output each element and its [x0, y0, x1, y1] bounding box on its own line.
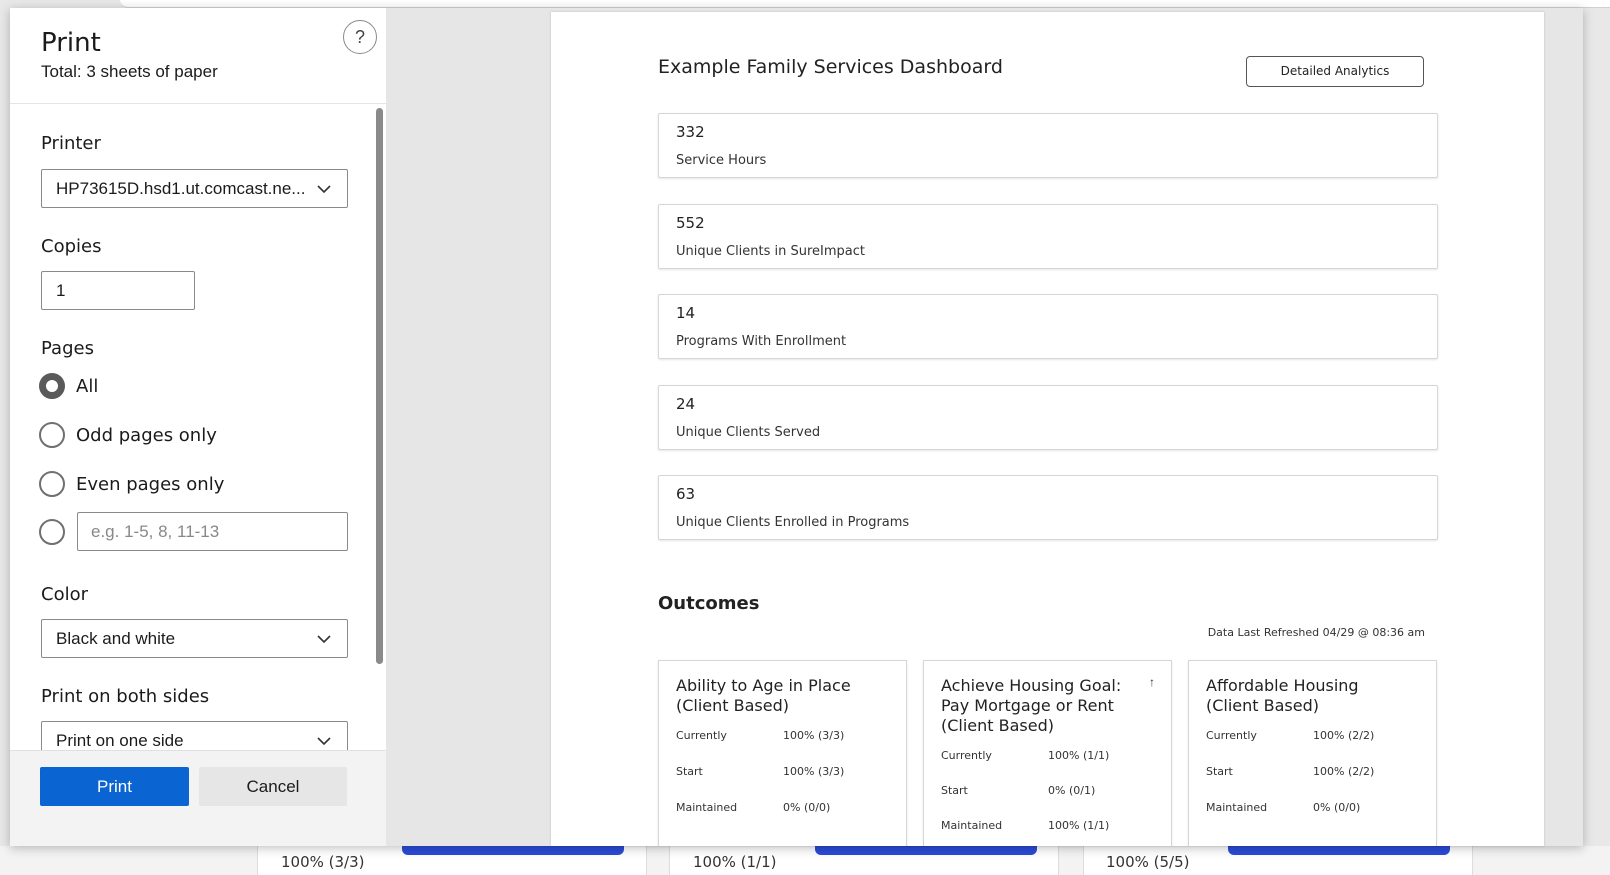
background-progress-bar: [815, 846, 1037, 855]
stat-value: 63: [676, 485, 696, 503]
arrow-up-icon: ↑: [1149, 675, 1155, 689]
outcome-title: Affordable Housing (Client Based): [1206, 676, 1359, 715]
copies-input[interactable]: 1: [41, 271, 195, 310]
radio-label: Even pages only: [76, 474, 225, 495]
color-value: Black and white: [56, 629, 176, 648]
stat-label: Unique Clients in SureImpact: [676, 244, 866, 259]
row-label: Currently: [941, 749, 992, 762]
background-card-value: 100% (3/3): [281, 853, 365, 871]
row-label: Start: [1206, 765, 1233, 778]
row-value: 100% (3/3): [783, 765, 845, 778]
background-progress-bar: [402, 846, 624, 855]
help-button[interactable]: ?: [343, 20, 377, 54]
stat-card: 24 Unique Clients Served: [658, 385, 1438, 450]
stat-value: 14: [676, 304, 696, 322]
row-label: Start: [676, 765, 703, 778]
row-label: Maintained: [676, 801, 738, 814]
outcome-title: Ability to Age in Place (Client Based): [676, 676, 851, 715]
row-value: 100% (1/1): [1048, 819, 1110, 832]
background-card-value: 100% (5/5): [1106, 853, 1190, 871]
radio-unchecked-icon[interactable]: [39, 519, 65, 545]
outcome-card: Achieve Housing Goal: Pay Mortgage or Re…: [923, 660, 1172, 846]
radio-checked-icon[interactable]: [39, 373, 65, 399]
detailed-analytics-button: Detailed Analytics: [1246, 56, 1424, 87]
row-value: 100% (2/2): [1313, 729, 1375, 742]
print-header: Print Total: 3 sheets of paper ?: [10, 8, 386, 104]
printer-value: HP73615D.hsd1.ut.comcast.ne...: [56, 179, 306, 198]
radio-label: Odd pages only: [76, 425, 217, 446]
stat-card: 14 Programs With Enrollment: [658, 294, 1438, 359]
print-dialog: Print Total: 3 sheets of paper ? Printer…: [10, 8, 1583, 846]
sheet-count: Total: 3 sheets of paper: [41, 62, 218, 81]
radio-unchecked-icon[interactable]: [39, 471, 65, 497]
radio-label: All: [76, 376, 99, 397]
color-select[interactable]: Black and white: [41, 619, 348, 658]
row-value: 100% (1/1): [1048, 749, 1110, 762]
stat-label: Programs With Enrollment: [676, 334, 847, 349]
stat-value: 24: [676, 395, 696, 413]
stat-label: Service Hours: [676, 153, 767, 168]
duplex-label: Print on both sides: [41, 686, 210, 707]
copies-label: Copies: [41, 236, 102, 257]
background-progress-bar: [1228, 846, 1450, 855]
outcome-card: Ability to Age in Place (Client Based) C…: [658, 660, 907, 846]
data-refreshed-timestamp: Data Last Refreshed 04/29 @ 08:36 am: [1207, 626, 1425, 639]
copies-value: 1: [56, 281, 66, 300]
outcome-card: Affordable Housing (Client Based) Curren…: [1188, 660, 1437, 846]
row-value: 0% (0/0): [783, 801, 831, 814]
chevron-down-icon: [317, 185, 331, 194]
stat-value: 332: [676, 123, 705, 141]
page-range-input[interactable]: e.g. 1-5, 8, 11-13: [77, 512, 348, 551]
stat-value: 552: [676, 214, 705, 232]
row-label: Start: [941, 784, 968, 797]
printer-select[interactable]: HP73615D.hsd1.ut.comcast.ne...: [41, 169, 348, 208]
row-label: Maintained: [1206, 801, 1268, 814]
duplex-value: Print on one side: [56, 731, 184, 750]
print-preview-page[interactable]: Example Family Services Dashboard Detail…: [551, 12, 1544, 846]
background-card-value: 100% (1/1): [693, 853, 777, 871]
chevron-down-icon: [317, 635, 331, 644]
background-tab-strip: [120, 0, 1610, 8]
row-value: 100% (2/2): [1313, 765, 1375, 778]
print-button[interactable]: Print: [40, 767, 189, 806]
stat-label: Unique Clients Served: [676, 425, 821, 440]
settings-scroll-area[interactable]: Printer HP73615D.hsd1.ut.comcast.ne... C…: [10, 105, 386, 777]
stat-card: 332 Service Hours: [658, 113, 1438, 178]
settings-scrollbar[interactable]: [376, 108, 383, 664]
page-range-placeholder: e.g. 1-5, 8, 11-13: [91, 522, 220, 541]
cancel-button[interactable]: Cancel: [199, 767, 347, 806]
color-label: Color: [41, 584, 88, 605]
row-value: 100% (3/3): [783, 729, 845, 742]
chevron-down-icon: [317, 737, 331, 746]
row-value: 0% (0/0): [1313, 801, 1361, 814]
print-footer: Print Cancel: [10, 750, 386, 846]
row-label: Currently: [676, 729, 727, 742]
pages-label: Pages: [41, 338, 94, 359]
outcomes-heading: Outcomes: [658, 593, 760, 614]
stat-card: 63 Unique Clients Enrolled in Programs: [658, 475, 1438, 540]
print-settings-panel: Print Total: 3 sheets of paper ? Printer…: [10, 8, 386, 846]
stat-card: 552 Unique Clients in SureImpact: [658, 204, 1438, 269]
stat-label: Unique Clients Enrolled in Programs: [676, 515, 910, 530]
dashboard-title: Example Family Services Dashboard: [658, 56, 1003, 78]
print-title: Print: [41, 28, 101, 58]
outcome-title: Achieve Housing Goal: Pay Mortgage or Re…: [941, 676, 1122, 735]
row-value: 0% (0/1): [1048, 784, 1096, 797]
radio-unchecked-icon[interactable]: [39, 422, 65, 448]
printer-label: Printer: [41, 133, 101, 154]
row-label: Currently: [1206, 729, 1257, 742]
row-label: Maintained: [941, 819, 1003, 832]
